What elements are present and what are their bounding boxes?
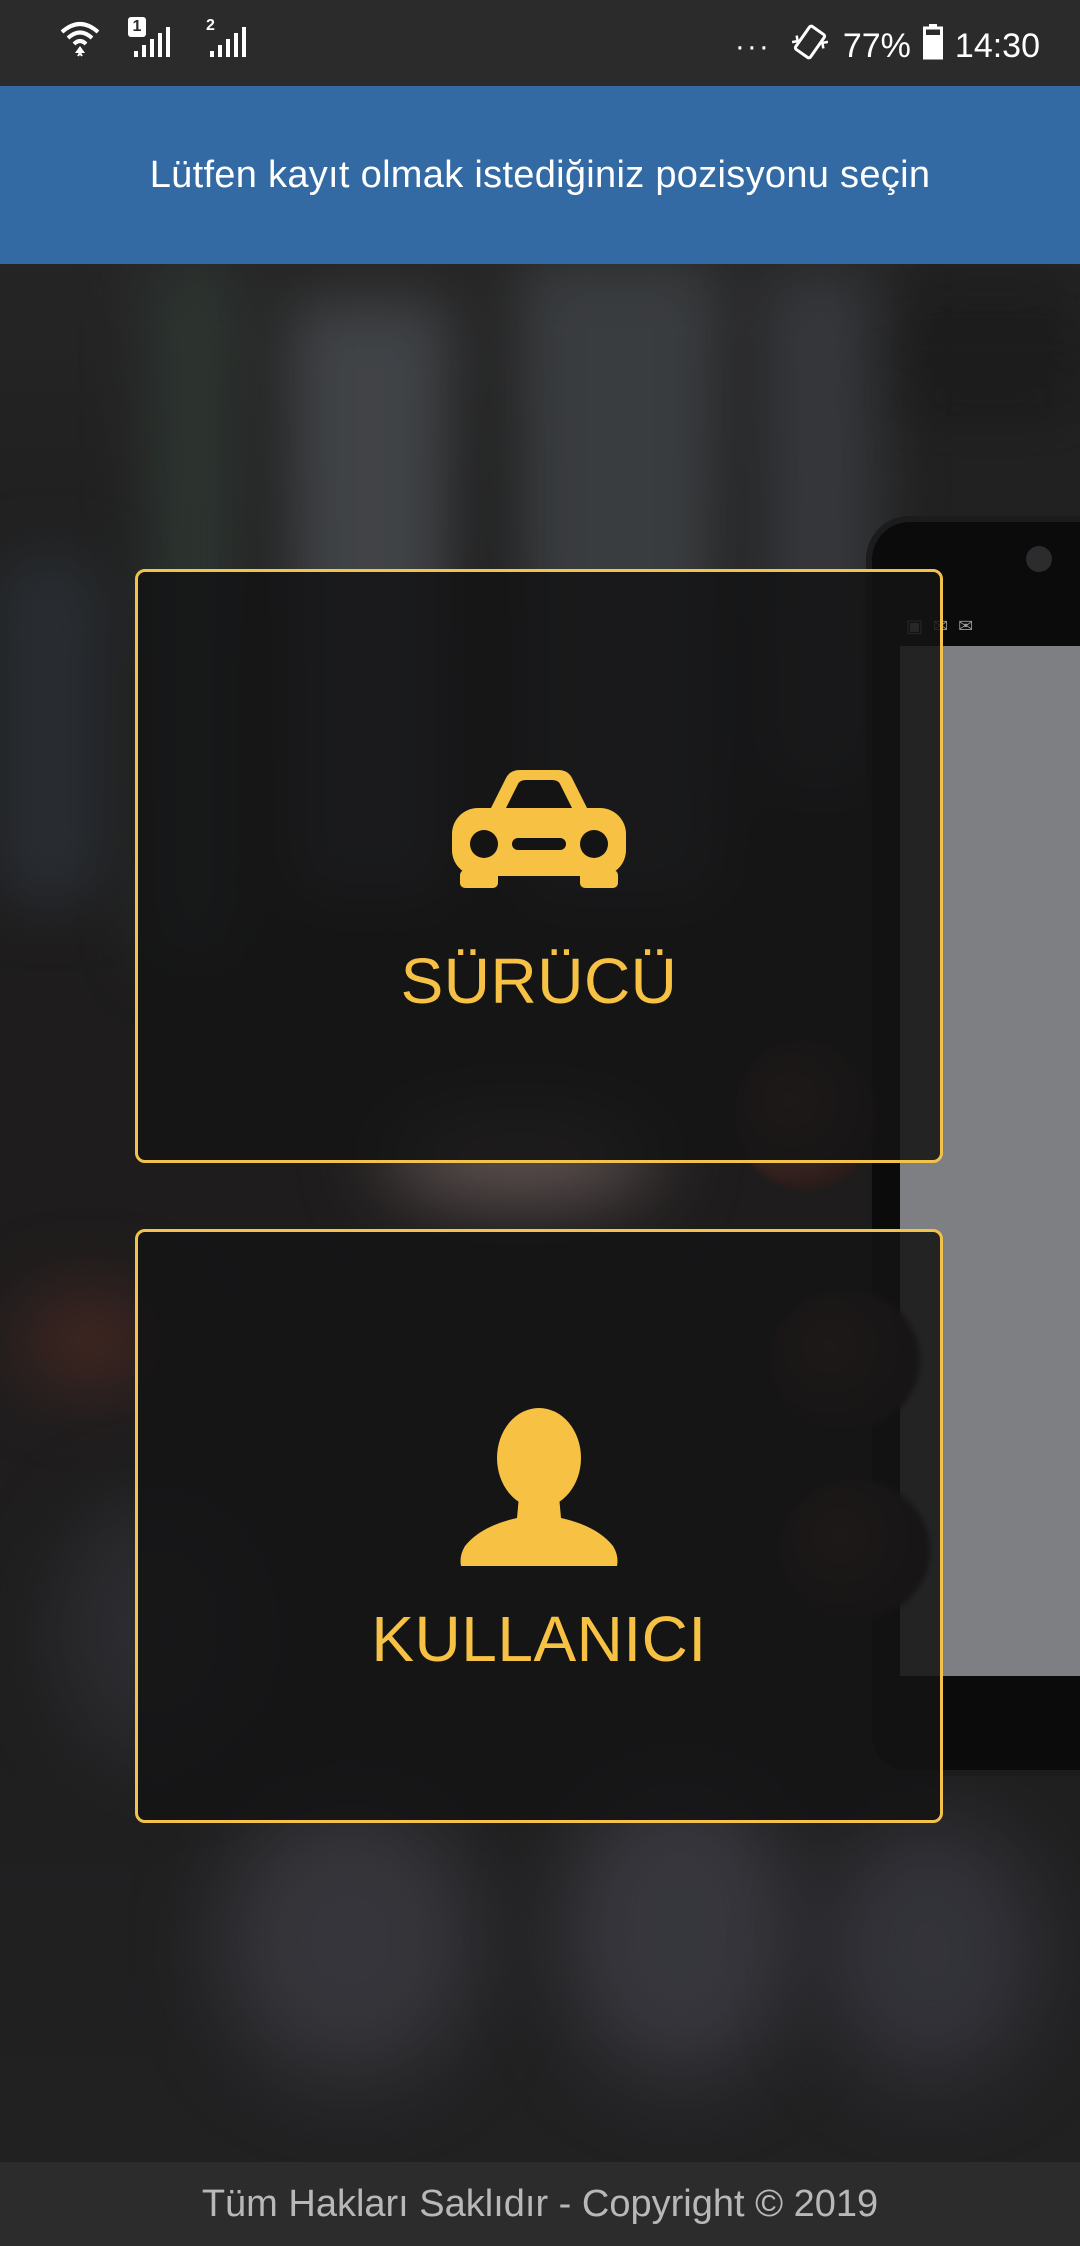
app-screen: ▣✉✉ 1 2 ··· 77% 14:30 Lütfen kayıt olmak… [0, 0, 1080, 2246]
vibrate-icon [791, 22, 831, 71]
car-icon [452, 764, 626, 897]
more-notifications-icon: ··· [734, 29, 771, 63]
status-bar: 1 2 ··· 77% 14:30 [0, 0, 1080, 86]
copyright-text: Tüm Hakları Saklıdır - Copyright © 2019 [201, 2182, 879, 2225]
battery-icon [922, 24, 943, 69]
battery-percent: 77% [842, 27, 911, 65]
driver-option-button[interactable]: SÜRÜCÜ [135, 569, 943, 1163]
footer: Tüm Hakları Saklıdır - Copyright © 2019 [0, 2162, 1080, 2246]
wifi-icon [58, 16, 102, 65]
driver-option-label: SÜRÜCÜ [400, 945, 678, 1017]
user-option-label: KULLANICI [371, 1603, 707, 1675]
page-title: Lütfen kayıt olmak istediğiniz pozisyonu… [149, 153, 931, 196]
sim2-signal-icon: 2 [204, 17, 254, 65]
sim1-signal-icon: 1 [128, 16, 178, 65]
phone-camera-icon [1026, 546, 1052, 572]
user-option-button[interactable]: KULLANICI [135, 1229, 943, 1823]
clock: 14:30 [954, 27, 1040, 65]
header-banner: Lütfen kayıt olmak istediğiniz pozisyonu… [0, 86, 1080, 264]
person-icon [457, 1406, 621, 1573]
